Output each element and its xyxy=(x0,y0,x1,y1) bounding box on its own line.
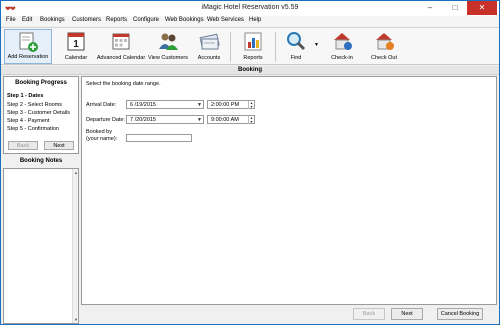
departure-date-picker[interactable]: 7 /20/2015 ▼ xyxy=(126,115,204,124)
advanced-calendar-label: Advanced Calendar xyxy=(96,55,146,61)
menu-file[interactable]: File xyxy=(6,17,16,23)
reports-button[interactable]: Reports xyxy=(235,29,271,64)
magnifier-icon xyxy=(285,30,307,52)
check-in-label: Check-in xyxy=(331,55,353,61)
check-out-label: Check Out xyxy=(371,55,397,61)
departure-date-value: 7 /20/2015 xyxy=(130,117,156,123)
calendar-label: Calendar xyxy=(64,55,88,61)
progress-next-button[interactable]: Next xyxy=(44,141,74,150)
booking-progress-title: Booking Progress xyxy=(15,80,67,86)
check-out-button[interactable]: Check Out xyxy=(364,29,404,64)
chevron-down-icon[interactable]: ▼ xyxy=(197,101,202,109)
add-reservation-label: Add Reservation xyxy=(7,54,49,60)
booked-by-label-sub: (your name): xyxy=(86,136,118,142)
advanced-calendar-icon xyxy=(110,30,132,52)
notes-scrollbar[interactable]: ▲ ▼ xyxy=(72,169,78,323)
reports-icon xyxy=(242,30,264,52)
check-in-button[interactable]: Check-in xyxy=(322,29,362,64)
booking-form-panel: Select the booking date range. Arrival D… xyxy=(81,76,497,305)
toolbar: Add Reservation 1 Calendar Advanced Cale… xyxy=(1,27,499,65)
find-button[interactable]: Find xyxy=(279,29,313,64)
progress-step: Step 1 - Dates xyxy=(7,93,44,99)
menu-help[interactable]: Help xyxy=(249,17,261,23)
booking-progress-panel: Booking Progress Step 1 - Dates Step 2 -… xyxy=(3,76,79,154)
progress-step: Step 2 - Select Rooms xyxy=(7,102,63,108)
departure-date-label: Departure Date: xyxy=(86,117,126,123)
menu-reports[interactable]: Reports xyxy=(106,17,127,23)
progress-step: Step 3 - Customer Details xyxy=(7,110,70,116)
toolbar-separator xyxy=(230,32,231,62)
view-customers-button[interactable]: View Customers xyxy=(147,29,189,64)
find-label: Find xyxy=(290,55,302,61)
arrival-time-value: 2:00:00 PM xyxy=(211,102,240,108)
next-button[interactable]: Next xyxy=(391,308,423,320)
time-spinner-icon[interactable]: ▲ ▼ xyxy=(248,101,254,109)
reports-label: Reports xyxy=(243,55,263,61)
cancel-booking-button[interactable]: Cancel Booking xyxy=(437,308,483,320)
advanced-calendar-button[interactable]: Advanced Calendar xyxy=(95,29,147,64)
arrival-date-value: 6 /19/2015 xyxy=(130,102,156,108)
menu-customers[interactable]: Customers xyxy=(72,17,101,23)
booking-notes-textarea[interactable]: ▲ ▼ xyxy=(3,168,79,324)
scroll-down-icon[interactable]: ▼ xyxy=(73,317,79,322)
accounts-icon xyxy=(198,30,220,52)
booked-by-label: Booked by xyxy=(86,129,112,135)
title-bar: ❤❤ iMagic Hotel Reservation v5.59 – □ ✕ xyxy=(1,1,499,16)
accounts-button[interactable]: Accounts xyxy=(191,29,227,64)
accounts-label: Accounts xyxy=(197,55,221,61)
app-window: ❤❤ iMagic Hotel Reservation v5.59 – □ ✕ … xyxy=(0,0,500,325)
progress-back-button[interactable]: Back xyxy=(8,141,38,150)
svg-text:1: 1 xyxy=(73,39,79,50)
menu-bookings[interactable]: Bookings xyxy=(40,17,65,23)
progress-step: Step 5 - Confirmation xyxy=(7,126,59,132)
check-in-icon xyxy=(331,30,353,52)
booked-by-input[interactable] xyxy=(126,134,192,142)
page-title: Booking xyxy=(1,66,499,75)
menu-web-bookings[interactable]: Web Bookings xyxy=(165,17,204,23)
toolbar-separator xyxy=(275,32,276,62)
menu-edit[interactable]: Edit xyxy=(22,17,32,23)
left-sidebar: Booking Progress Step 1 - Dates Step 2 -… xyxy=(3,76,79,324)
departure-time-picker[interactable]: 9:00:00 AM ▲ ▼ xyxy=(207,115,255,124)
customers-icon xyxy=(157,30,179,52)
add-reservation-button[interactable]: Add Reservation xyxy=(4,29,52,64)
arrival-date-label: Arrival Date: xyxy=(86,102,117,108)
menu-configure[interactable]: Configure xyxy=(133,17,159,23)
menu-bar: File Edit Bookings Customers Reports Con… xyxy=(1,16,499,26)
view-customers-label: View Customers xyxy=(148,55,188,61)
scroll-up-icon[interactable]: ▲ xyxy=(73,170,79,175)
form-instructions: Select the booking date range. xyxy=(86,81,161,87)
find-dropdown-arrow-icon[interactable]: ▼ xyxy=(314,42,319,48)
arrival-time-picker[interactable]: 2:00:00 PM ▲ ▼ xyxy=(207,100,255,109)
add-reservation-icon xyxy=(17,31,39,53)
minimize-button[interactable]: – xyxy=(419,1,441,15)
departure-time-value: 9:00:00 AM xyxy=(211,117,239,123)
progress-step: Step 4 - Payment xyxy=(7,118,50,124)
close-button[interactable]: ✕ xyxy=(467,1,497,15)
time-spinner-icon[interactable]: ▲ ▼ xyxy=(248,116,254,124)
maximize-button[interactable]: □ xyxy=(444,1,466,15)
back-button[interactable]: Back xyxy=(353,308,385,320)
check-out-icon xyxy=(373,30,395,52)
calendar-icon: 1 xyxy=(65,30,87,52)
booking-notes-title: Booking Notes xyxy=(19,158,63,164)
arrival-date-picker[interactable]: 6 /19/2015 ▼ xyxy=(126,100,204,109)
calendar-button[interactable]: 1 Calendar xyxy=(59,29,93,64)
chevron-down-icon[interactable]: ▼ xyxy=(197,116,202,124)
menu-web-services[interactable]: Web Services xyxy=(207,17,244,23)
